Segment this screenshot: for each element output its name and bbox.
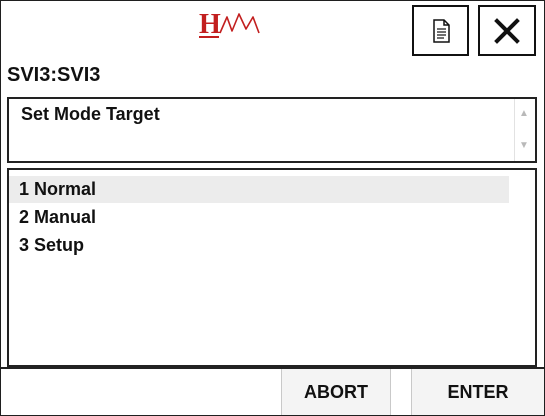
list-item-setup[interactable]: 3 Setup — [9, 232, 509, 259]
document-icon — [432, 18, 450, 43]
list-item-normal[interactable]: 1 Normal — [9, 176, 509, 203]
scroll-down-icon[interactable]: ▼ — [519, 141, 529, 151]
title-scrollbar[interactable]: ▲ ▼ — [514, 99, 535, 161]
close-button[interactable] — [478, 5, 536, 56]
list-item-manual[interactable]: 2 Manual — [9, 204, 509, 231]
device-title: SVI3:SVI3 — [7, 64, 101, 86]
handheld-window: H SVI3:SVI3 Set Mode Target ▲ ▼ 1 Normal… — [0, 0, 545, 416]
svg-text:H: H — [199, 9, 221, 40]
scroll-up-icon[interactable]: ▲ — [519, 109, 529, 119]
hw-logo: H — [199, 9, 260, 40]
enter-button[interactable]: ENTER — [411, 369, 544, 415]
document-button[interactable] — [412, 5, 469, 56]
close-icon — [494, 17, 520, 44]
abort-button[interactable]: ABORT — [281, 369, 391, 415]
menu-title-box: Set Mode Target ▲ ▼ — [7, 97, 537, 163]
menu-list: 1 Normal 2 Manual 3 Setup — [7, 168, 537, 367]
menu-title: Set Mode Target — [21, 104, 160, 124]
